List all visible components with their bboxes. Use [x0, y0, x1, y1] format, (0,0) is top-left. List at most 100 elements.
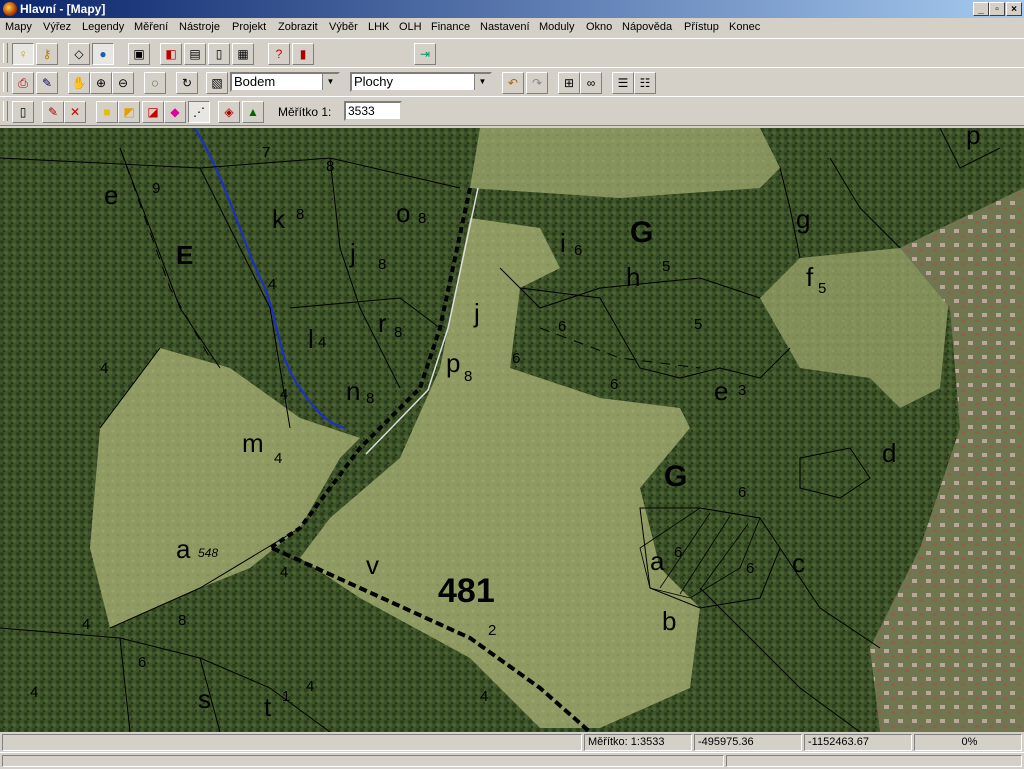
maximize-button[interactable]: ▫ — [989, 2, 1005, 16]
stand-label-c[interactable]: c — [792, 548, 805, 579]
window-icon[interactable]: ▦ — [232, 43, 254, 65]
stand-label-h[interactable]: h — [626, 262, 640, 293]
menu-lhk[interactable]: LHK — [368, 21, 389, 33]
globe-icon[interactable]: ● — [92, 43, 114, 65]
selection-mode-value: Bodem — [234, 74, 276, 89]
toolbar-grip — [3, 101, 8, 121]
tree-list-icon[interactable]: ☷ — [634, 72, 656, 94]
stand-label-a2[interactable]: a — [650, 546, 664, 577]
menu-nastaveni[interactable]: Nastavení — [480, 21, 530, 33]
close-button[interactable]: × — [1006, 2, 1022, 16]
pan-hand-icon[interactable]: ✋ — [68, 72, 90, 94]
zoom-area-icon[interactable]: ◌ — [144, 72, 166, 94]
stand-label-a[interactable]: a — [176, 534, 190, 565]
redo-icon[interactable]: ↷ — [526, 72, 548, 94]
stand-num-4g: 4 — [306, 678, 315, 695]
menu-zobrazit[interactable]: Zobrazit — [278, 21, 318, 33]
selection-mode-select[interactable]: Bodem ▼ — [230, 72, 340, 92]
paint-icon[interactable]: ◈ — [218, 101, 240, 123]
parcel-number[interactable]: 481 — [438, 572, 495, 611]
vertex-edit-icon[interactable]: ⋰ — [188, 101, 210, 123]
layers-icon[interactable]: ◧ — [160, 43, 182, 65]
edit-document-icon[interactable]: ✎ — [42, 101, 64, 123]
menu-vyrez[interactable]: Výřez — [43, 21, 71, 33]
menu-projekt[interactable]: Projekt — [232, 21, 266, 33]
document-icon[interactable]: ▯ — [208, 43, 230, 65]
stand-label-r[interactable]: r — [378, 308, 387, 339]
bottom-strip — [0, 752, 1024, 769]
chevron-down-icon[interactable]: ▼ — [322, 74, 338, 90]
stand-label-p-top[interactable]: p — [966, 128, 980, 151]
stand-label-t[interactable]: t — [264, 692, 271, 723]
map-canvas[interactable]: E e 9 k 8 j 8 o 8 G h 5 i 6 g f 5 l 4 r … — [0, 128, 1024, 732]
stand-label-b[interactable]: b — [662, 606, 676, 637]
stand-label-n[interactable]: n — [346, 376, 360, 407]
menu-okno[interactable]: Okno — [586, 21, 612, 33]
refresh-icon[interactable]: ↻ — [176, 72, 198, 94]
stand-num-9: 9 — [152, 180, 161, 197]
minimize-button[interactable]: _ — [973, 2, 989, 16]
stand-num-l: 4 — [318, 334, 327, 351]
merge-polygon-icon[interactable]: ◪ — [142, 101, 164, 123]
stand-num-6d: 6 — [738, 484, 747, 501]
eraser-icon[interactable]: ◇ — [68, 43, 90, 65]
copy-map-icon[interactable]: ▣ — [128, 43, 150, 65]
stand-num-4a: 4 — [268, 276, 277, 293]
new-polygon-icon[interactable]: ■ — [96, 101, 118, 123]
undo-icon[interactable]: ↶ — [502, 72, 524, 94]
stand-label-p[interactable]: p — [446, 348, 460, 379]
stand-label-e[interactable]: e — [104, 180, 118, 211]
split-polygon-icon[interactable]: ◩ — [118, 101, 140, 123]
stamp-icon[interactable]: ⊞ — [558, 72, 580, 94]
pen-icon[interactable]: ✎ — [36, 72, 58, 94]
zoom-in-icon[interactable]: ⊕ — [90, 72, 112, 94]
stand-label-e3[interactable]: e — [714, 376, 728, 407]
binoculars-icon[interactable]: ∞ — [580, 72, 602, 94]
stand-label-d[interactable]: d — [882, 438, 896, 469]
new-document-icon[interactable]: ▯ — [12, 101, 34, 123]
stand-label-k[interactable]: k — [272, 204, 285, 235]
menu-moduly[interactable]: Moduly — [539, 21, 574, 33]
help-query-icon[interactable]: ? — [268, 43, 290, 65]
menu-vyber[interactable]: Výběr — [329, 21, 358, 33]
menu-olh[interactable]: OLH — [399, 21, 422, 33]
menu-mereni[interactable]: Měření — [134, 21, 168, 33]
save-icon[interactable]: ▤ — [184, 43, 206, 65]
stand-label-v[interactable]: v — [366, 550, 379, 581]
stand-label-i[interactable]: i — [560, 228, 566, 259]
print-icon[interactable]: ⎙ — [12, 72, 34, 94]
delete-document-icon[interactable]: ✕ — [64, 101, 86, 123]
key-icon[interactable]: ⚷ — [36, 43, 58, 65]
stand-label-s[interactable]: s — [198, 684, 211, 715]
menu-legendy[interactable]: Legendy — [82, 21, 124, 33]
stand-label-j2[interactable]: j — [474, 298, 480, 329]
menu-konec[interactable]: Konec — [729, 21, 760, 33]
stand-label-E[interactable]: E — [176, 240, 193, 271]
stand-label-o[interactable]: o — [396, 198, 410, 229]
stand-label-g[interactable]: g — [796, 204, 810, 235]
menu-pristup[interactable]: Přístup — [684, 21, 719, 33]
chart-icon[interactable]: ▮ — [292, 43, 314, 65]
zoom-out-icon[interactable]: ⊖ — [112, 72, 134, 94]
stand-label-f[interactable]: f — [806, 262, 813, 293]
stand-label-G[interactable]: G — [630, 216, 653, 250]
list-icon[interactable]: ☰ — [612, 72, 634, 94]
menu-nastroje[interactable]: Nástroje — [179, 21, 220, 33]
stand-label-m[interactable]: m — [242, 428, 264, 459]
menu-mapy[interactable]: Mapy — [5, 21, 32, 33]
info-icon[interactable]: ▧ — [206, 72, 228, 94]
chevron-down-icon[interactable]: ▼ — [474, 74, 490, 90]
exit-door-icon[interactable]: ⇥ — [414, 43, 436, 65]
highlight-polygon-icon[interactable]: ◆ — [164, 101, 186, 123]
toolbar-grip — [3, 72, 8, 92]
elevation-548: 548 — [198, 546, 219, 560]
scale-input[interactable]: 3533 — [344, 101, 402, 121]
stand-label-l[interactable]: l — [308, 324, 314, 355]
menu-finance[interactable]: Finance — [431, 21, 470, 33]
area-stats-icon[interactable]: ▲ — [242, 101, 264, 123]
stand-label-G2[interactable]: G — [664, 460, 687, 494]
lightbulb-icon[interactable]: ♀ — [12, 43, 34, 65]
menu-napoveda[interactable]: Nápověda — [622, 21, 672, 33]
stand-label-j[interactable]: j — [350, 238, 356, 269]
layer-select[interactable]: Plochy ▼ — [350, 72, 492, 92]
